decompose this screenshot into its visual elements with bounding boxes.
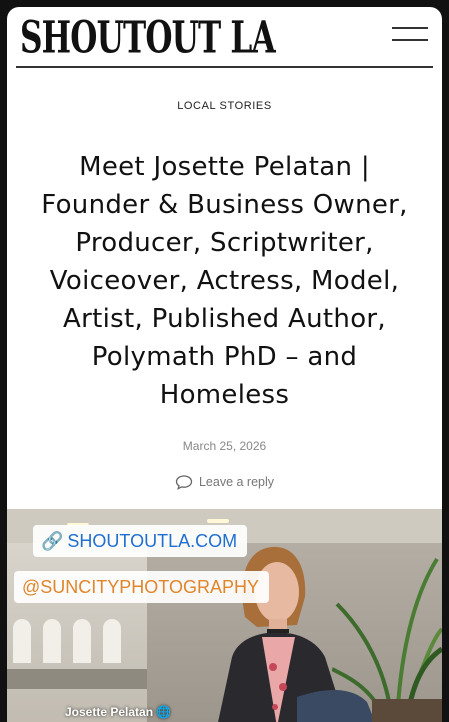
category-link[interactable]: LOCAL STORIES [7,100,442,112]
building-window [103,619,121,663]
caption-name: Josette Pelatan [65,705,154,719]
menu-icon[interactable] [392,25,428,45]
plant [332,557,442,722]
building-window [73,619,91,663]
building-window [43,619,61,663]
site-logo[interactable]: SHOUTOUT LA [20,11,276,63]
building-ledge [7,669,147,689]
photo-caption: Josette Pelatan 🌐 [65,705,171,719]
featured-image: 🔗 SHOUTOUTLA.COM @SUNCITYPHOTOGRAPHY Jose… [7,509,442,722]
building-window [13,619,31,663]
ceiling-light [207,519,229,523]
article-title: Meet Josette Pelatan | Founder & Busines… [41,152,408,410]
site-tag: 🔗 SHOUTOUTLA.COM [33,525,248,557]
photographer-tag-label: @SUNCITYPHOTOGRAPHY [22,577,259,597]
leave-reply-row: Leave a reply [7,474,442,493]
globe-icon: 🌐 [156,705,172,719]
menu-bar [392,27,428,29]
menu-bar [392,39,428,41]
site-tag-label: SHOUTOUTLA.COM [67,531,238,551]
page: SHOUTOUT LA LOCAL STORIES Meet Josette P… [7,7,442,722]
photographer-tag: @SUNCITYPHOTOGRAPHY [14,571,269,603]
header-divider [16,66,433,68]
link-icon: 🔗 [41,531,64,551]
leave-reply-label: Leave a reply [198,475,275,489]
leave-reply-link[interactable]: Leave a reply [175,474,274,490]
article-date: March 25, 2026 [182,439,267,453]
site-header: SHOUTOUT LA [7,7,442,69]
comment-icon [175,475,193,490]
